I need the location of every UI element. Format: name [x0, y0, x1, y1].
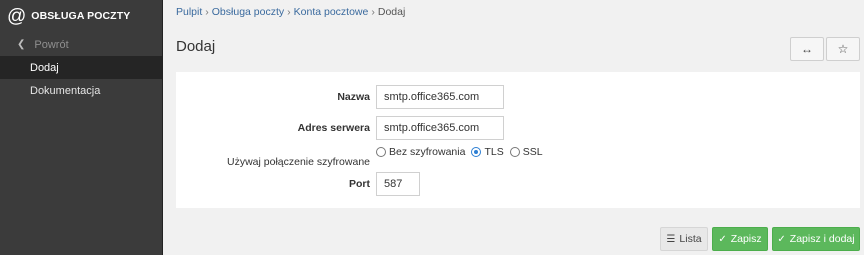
breadcrumb-separator: › [371, 6, 375, 18]
breadcrumb-separator: › [205, 6, 209, 18]
server-address-input[interactable] [376, 116, 504, 140]
form-row-name: Nazwa [176, 85, 860, 109]
form-row-port: Port [176, 172, 860, 196]
check-icon: ✓ [718, 233, 727, 245]
radio-label: Bez szyfrowania [389, 146, 466, 158]
port-input[interactable] [376, 172, 420, 196]
save-button-label: Zapisz [730, 233, 762, 245]
sidebar-item-documentation[interactable]: Dokumentacja [0, 79, 162, 102]
form-card: Nazwa Adres serwera Używaj połączenie sz… [176, 72, 860, 208]
breadcrumb-link-mail-accounts[interactable]: Konta pocztowe [294, 6, 369, 18]
check-icon: ✓ [777, 233, 786, 245]
list-button-label: Lista [679, 233, 702, 245]
breadcrumb-link-dashboard[interactable]: Pulpit [176, 6, 202, 18]
radio-ssl[interactable]: SSL [509, 146, 543, 158]
radio-checked-icon [471, 147, 482, 157]
encryption-radio-group: Bez szyfrowania TLS SSL [376, 146, 549, 158]
name-input[interactable] [376, 85, 504, 109]
favorite-button[interactable]: ☆ [826, 37, 860, 61]
encryption-label: Używaj połączenie szyfrowane [227, 156, 370, 168]
sidebar-item-back[interactable]: ❮ Powrót [0, 33, 162, 56]
list-button[interactable]: ☰ Lista [660, 227, 708, 251]
sidebar-item-add[interactable]: Dodaj [0, 56, 162, 79]
form-row-encryption: Używaj połączenie szyfrowane Bez szyfrow… [176, 146, 860, 170]
main-content: Pulpit › Obsługa poczty › Konta pocztowe › Dod… [164, 0, 864, 255]
sidebar-item-label: Dodaj [30, 61, 59, 74]
sidebar-item-label: Dokumentacja [30, 84, 101, 97]
at-sign-icon: @ [7, 5, 27, 27]
module-title: OBSŁUGA POCZTY [31, 10, 131, 22]
star-icon: ☆ [837, 42, 849, 56]
save-and-add-button[interactable]: ✓ Zapisz i dodaj [772, 227, 860, 251]
save-button[interactable]: ✓ Zapisz [712, 227, 768, 251]
breadcrumb: Pulpit › Obsługa poczty › Konta pocztowe › Dod… [176, 6, 405, 18]
radio-no-encryption[interactable]: Bez szyfrowania [376, 146, 465, 158]
sidebar-item-label: Powrót [34, 38, 69, 51]
page-title: Dodaj [176, 38, 216, 55]
radio-circle-icon [376, 147, 386, 157]
form-row-server: Adres serwera [176, 116, 860, 140]
server-address-label: Adres serwera [297, 122, 370, 134]
expand-button[interactable]: ↔ [790, 37, 824, 61]
breadcrumb-link-mail-service[interactable]: Obsługa poczty [212, 6, 284, 18]
sidebar: @ OBSŁUGA POCZTY ❮ Powrót Dodaj Dokument… [0, 0, 163, 255]
name-label: Nazwa [337, 91, 370, 103]
radio-label: SSL [522, 146, 543, 158]
save-and-add-button-label: Zapisz i dodaj [789, 233, 855, 245]
breadcrumb-current: Dodaj [377, 6, 406, 18]
breadcrumb-separator: › [287, 6, 291, 18]
radio-circle-icon [509, 147, 520, 157]
radio-label: TLS [484, 146, 504, 158]
sidebar-header[interactable]: @ OBSŁUGA POCZTY [0, 0, 162, 32]
chevron-left-icon: ❮ [17, 39, 26, 50]
radio-tls[interactable]: TLS [471, 146, 504, 158]
list-icon: ☰ [666, 233, 676, 245]
port-label: Port [349, 178, 370, 190]
expand-horizontal-icon: ↔ [801, 42, 813, 56]
